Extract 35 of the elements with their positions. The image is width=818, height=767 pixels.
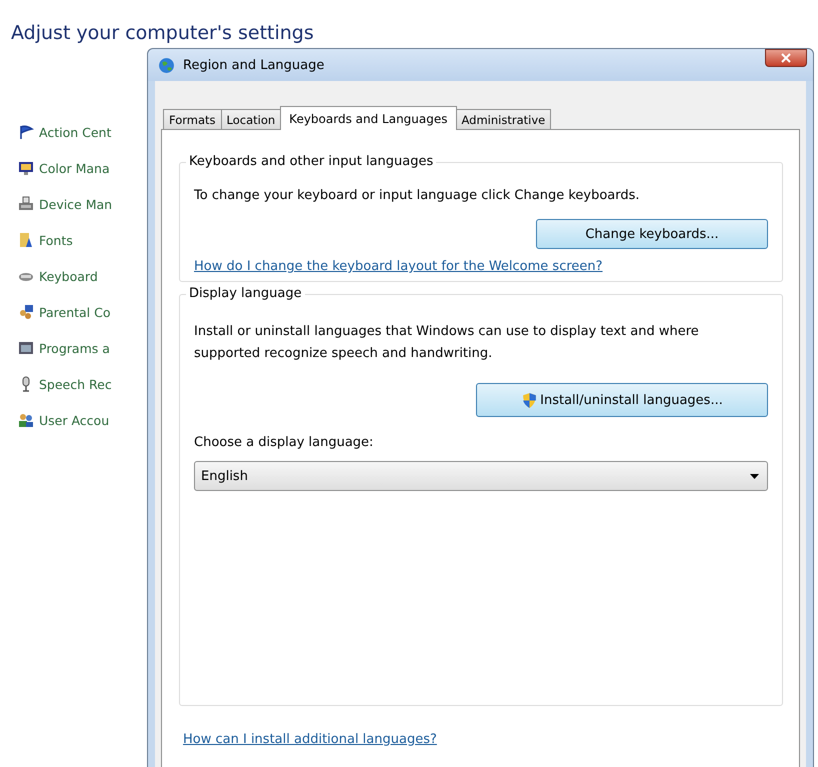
flag-icon [18, 124, 34, 140]
shield-icon [521, 392, 538, 408]
group-legend: Keyboards and other input languages [186, 154, 436, 169]
tab[interactable]: Administrative [456, 109, 552, 129]
window-title: Region and Language [183, 58, 326, 72]
users-icon [18, 412, 34, 428]
sidebar-item[interactable]: Fonts [39, 232, 73, 248]
printer-icon [18, 196, 34, 212]
globe-icon [158, 56, 175, 74]
sidebar-item[interactable]: Programs a [39, 340, 110, 356]
dropdown-arrow-icon [750, 474, 759, 478]
install-languages-button[interactable]: Install/uninstall languages... [476, 383, 768, 417]
language-dropdown[interactable]: English [194, 461, 768, 491]
sidebar-item[interactable]: Action Cent [39, 124, 112, 140]
sidebar-item[interactable]: Parental Co [39, 304, 110, 320]
sidebar-item[interactable]: Keyboard [39, 268, 98, 284]
field-label: Choose a display language: [194, 435, 374, 450]
description-text: To change your keyboard or input language click Change keyboards. [194, 187, 641, 205]
sidebar-item[interactable]: User Accou [39, 412, 110, 428]
sidebar-item[interactable]: Speech Rec [39, 376, 112, 392]
sidebar-item[interactable]: Device Man [39, 196, 112, 212]
page-heading: Adjust your computer's settings [10, 21, 315, 46]
help-link[interactable]: How can I install additional languages? [183, 732, 437, 747]
tab[interactable]: Formats [163, 109, 222, 129]
help-link[interactable]: How do I change the keyboard layout for the Welcome screen? [194, 259, 603, 274]
change-keyboards-button[interactable]: Change keyboards... [536, 219, 768, 249]
close-icon [781, 53, 791, 63]
tab[interactable]: Keyboards and Languages [280, 106, 457, 130]
group-legend: Display language [186, 286, 305, 301]
close-button[interactable] [765, 49, 807, 67]
window-icon [18, 340, 34, 356]
monitor-icon [18, 160, 34, 176]
description-text: Install or uninstall languages that Windows can use to display text and where supported recognize speech and handwriting. [194, 323, 700, 363]
sidebar-item[interactable]: Color Mana [39, 160, 110, 176]
tab[interactable]: Location [220, 109, 282, 129]
